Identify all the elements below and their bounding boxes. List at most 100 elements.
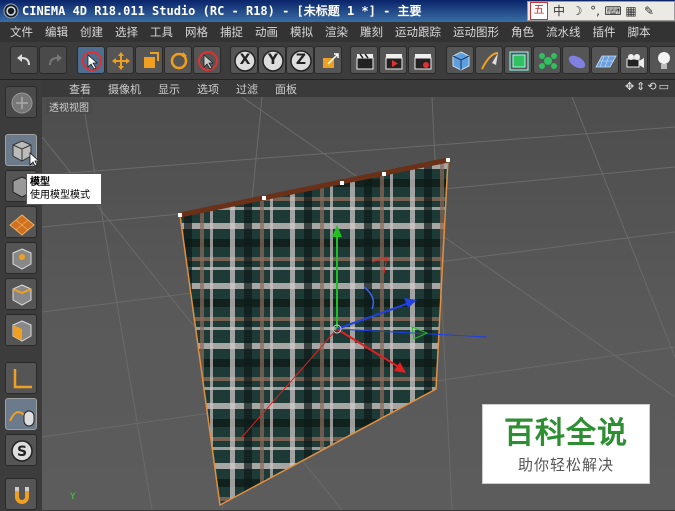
clapboard-icon xyxy=(356,53,374,70)
model-cube-icon xyxy=(12,140,38,167)
menu-create[interactable]: 创建 xyxy=(68,24,103,40)
view-menu-options[interactable]: 选项 xyxy=(180,81,219,97)
render-view-button[interactable] xyxy=(350,46,378,74)
moon-icon[interactable]: ☽ xyxy=(568,0,586,22)
z-axis-label: Z xyxy=(295,52,307,68)
menu-tools[interactable]: 工具 xyxy=(138,24,173,40)
menu-select[interactable]: 选择 xyxy=(103,24,138,40)
grid-icon[interactable]: ▦ xyxy=(622,0,640,22)
array-button[interactable] xyxy=(533,46,561,74)
pen-spline-icon xyxy=(481,52,499,70)
viewport-label: 透视视图 xyxy=(46,99,92,114)
points-mode-button[interactable] xyxy=(5,242,37,274)
selection-recent-icon xyxy=(198,51,218,71)
menu-pipeline[interactable]: 流水线 xyxy=(534,24,581,40)
clapboard-gear-icon xyxy=(414,54,432,70)
ime-mode-toggle[interactable]: 中 xyxy=(550,0,568,22)
rotate-icon xyxy=(170,52,188,70)
axis-mode-button[interactable] xyxy=(5,362,37,394)
menu-plugins[interactable]: 插件 xyxy=(581,24,616,40)
redo-button[interactable] xyxy=(39,46,67,74)
view-menu-panel[interactable]: 面板 xyxy=(258,81,297,97)
ime-logo[interactable]: 五 xyxy=(530,2,548,20)
menu-animate[interactable]: 动画 xyxy=(243,24,278,40)
redo-icon xyxy=(49,54,62,65)
zoom-icon[interactable]: ⇕ xyxy=(636,80,647,93)
array-spheres-icon xyxy=(539,53,557,69)
model-mode-tooltip: 模型 使用模型模式 xyxy=(26,173,102,205)
light-button[interactable] xyxy=(649,46,675,74)
maximize-view-icon[interactable]: ▭ xyxy=(659,80,671,93)
orbit-icon[interactable]: ⟲ xyxy=(647,80,658,93)
bend-deformer-icon xyxy=(568,55,586,69)
lightbulb-icon xyxy=(658,52,670,69)
cinema4d-logo-icon xyxy=(3,3,19,19)
pan-icon[interactable]: ✥ xyxy=(625,80,636,93)
x-axis-lock-button[interactable]: X xyxy=(230,46,258,74)
menu-file[interactable]: 文件 xyxy=(0,24,33,40)
viewport-navigation-controls[interactable]: ✥⇕⟲▭ xyxy=(625,80,671,97)
view-menu-view[interactable]: 查看 xyxy=(42,81,91,97)
move-arrows-icon xyxy=(112,52,130,70)
live-selection-button[interactable] xyxy=(77,46,105,74)
view-menu-display[interactable]: 显示 xyxy=(141,81,180,97)
snap-icon: S xyxy=(11,440,33,462)
texture-mode-button[interactable] xyxy=(5,206,37,238)
undo-icon xyxy=(17,54,30,65)
viewport-menu-bar: 查看 摄像机 显示 选项 过滤 面板 ✥⇕⟲▭ xyxy=(42,80,675,97)
window-title: CINEMA 4D R18.011 Studio (RC - R18) - [未… xyxy=(22,4,422,18)
z-axis-lock-button[interactable]: Z xyxy=(286,46,314,74)
deformer-button[interactable] xyxy=(562,46,590,74)
pen-spline-button[interactable] xyxy=(475,46,503,74)
menu-motion-tracking[interactable]: 运动跟踪 xyxy=(383,24,441,40)
make-editable-button[interactable] xyxy=(5,86,37,118)
menu-render[interactable]: 渲染 xyxy=(313,24,348,40)
polygons-mode-button[interactable] xyxy=(5,314,37,346)
rotate-tool-button[interactable] xyxy=(164,46,192,74)
move-tool-button[interactable] xyxy=(106,46,134,74)
menu-sculpt[interactable]: 雕刻 xyxy=(348,24,383,40)
menu-simulate[interactable]: 模拟 xyxy=(278,24,313,40)
subdivision-surface-button[interactable] xyxy=(504,46,532,74)
coordinate-system-icon xyxy=(323,53,339,68)
undo-button[interactable] xyxy=(10,46,38,74)
camera-button[interactable] xyxy=(620,46,648,74)
snap-button[interactable]: S xyxy=(5,434,37,466)
wrench-icon[interactable]: ✎ xyxy=(640,0,658,22)
menu-snap[interactable]: 捕捉 xyxy=(208,24,243,40)
points-cube-icon xyxy=(12,248,32,270)
scale-box-icon xyxy=(144,52,159,68)
menu-script[interactable]: 脚本 xyxy=(616,24,651,40)
magnet-button[interactable] xyxy=(5,478,37,510)
menu-mograph[interactable]: 运动图形 xyxy=(441,24,499,40)
cube-icon xyxy=(452,51,470,71)
clapboard-play-icon xyxy=(385,54,403,70)
model-mode-button[interactable] xyxy=(5,134,38,167)
coordinate-system-button[interactable] xyxy=(314,46,342,74)
recent-tool-button[interactable] xyxy=(193,46,221,74)
axis-icon xyxy=(13,369,32,389)
make-editable-icon xyxy=(11,92,33,114)
y-axis-lock-button[interactable]: Y xyxy=(258,46,286,74)
render-settings-button[interactable] xyxy=(408,46,436,74)
floor-button[interactable] xyxy=(591,46,619,74)
view-menu-filter[interactable]: 过滤 xyxy=(219,81,258,97)
ime-toolbar[interactable]: 五 中 ☽ °, ⌨ ▦ ✎ xyxy=(527,1,675,21)
menu-edit[interactable]: 编辑 xyxy=(33,24,68,40)
edges-mode-button[interactable] xyxy=(5,278,37,310)
baike-watermark: 百科全说 助你轻松解决 xyxy=(482,404,650,484)
tweak-mode-button[interactable] xyxy=(5,398,37,430)
render-to-picture-viewer-button[interactable] xyxy=(379,46,407,74)
camera-icon xyxy=(626,54,644,68)
watermark-logo: 百科全说 xyxy=(504,416,628,451)
main-toolbar: X Y Z xyxy=(0,42,675,80)
quote-icon[interactable]: °, xyxy=(586,0,604,22)
view-menu-cameras[interactable]: 摄像机 xyxy=(91,81,141,97)
mode-palette: S xyxy=(0,80,43,510)
tweak-mouse-icon xyxy=(9,410,35,427)
menu-character[interactable]: 角色 xyxy=(499,24,534,40)
scale-tool-button[interactable] xyxy=(135,46,163,74)
menu-mesh[interactable]: 网格 xyxy=(173,24,208,40)
cube-primitive-button[interactable] xyxy=(446,46,474,74)
keyboard-icon[interactable]: ⌨ xyxy=(604,0,622,22)
